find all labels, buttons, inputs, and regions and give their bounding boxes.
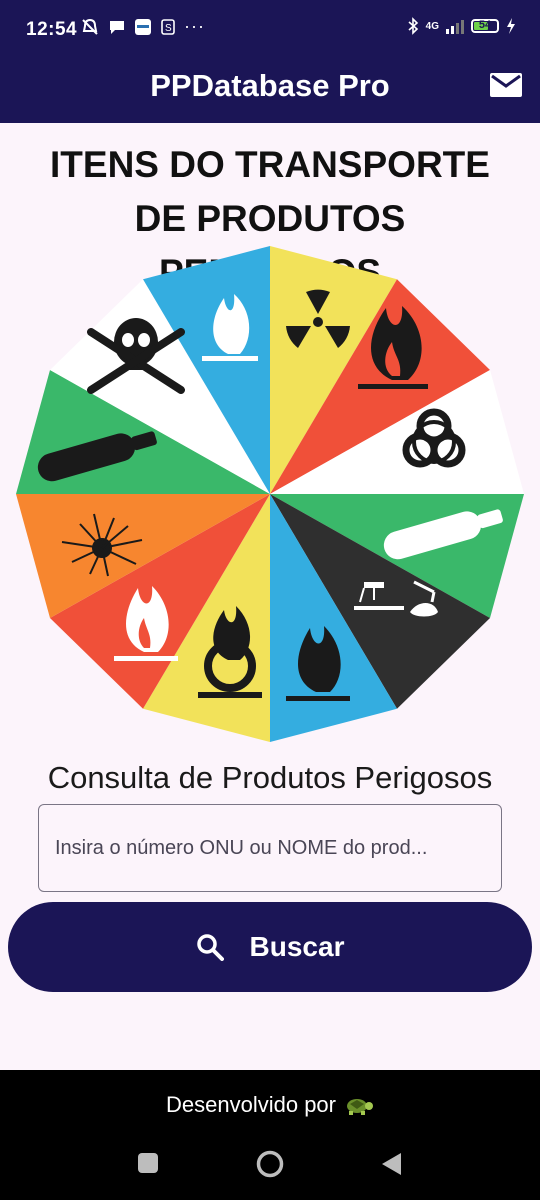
search-button-label: Buscar bbox=[249, 931, 345, 962]
mail-icon bbox=[490, 73, 522, 97]
network-label: 4G bbox=[425, 20, 439, 32]
search-field[interactable] bbox=[38, 804, 502, 892]
wheel-slices bbox=[16, 246, 524, 742]
status-left-icons: S ··· bbox=[80, 16, 205, 37]
app-title: PPDatabase Pro bbox=[150, 68, 390, 103]
section-subtitle: Consulta de Produtos Perigosos bbox=[47, 760, 493, 795]
signal-icon bbox=[446, 18, 464, 34]
search-button[interactable]: Buscar bbox=[8, 902, 532, 992]
home-button[interactable] bbox=[256, 1150, 284, 1183]
charging-icon bbox=[507, 18, 515, 34]
back-triangle-icon bbox=[382, 1153, 401, 1175]
svg-text:S: S bbox=[165, 23, 172, 34]
app-bar: PPDatabase Pro bbox=[0, 60, 540, 123]
turtle-icon bbox=[346, 1099, 373, 1115]
bluetooth-icon bbox=[408, 17, 418, 35]
s-icon: S bbox=[161, 18, 175, 35]
system-nav-bar bbox=[0, 1150, 540, 1183]
search-input[interactable] bbox=[39, 805, 501, 891]
back-button[interactable] bbox=[381, 1152, 403, 1181]
more-icon: ··· bbox=[184, 16, 205, 36]
app-icon bbox=[135, 18, 151, 35]
recents-square-icon bbox=[138, 1153, 158, 1173]
status-bar: 12:54 S ··· 4G 54 bbox=[0, 0, 540, 60]
recents-button[interactable] bbox=[137, 1152, 159, 1179]
status-time: 12:54 bbox=[26, 19, 78, 40]
home-circle-icon bbox=[256, 1150, 284, 1178]
mute-icon bbox=[82, 18, 98, 35]
footer: Desenvolvido por bbox=[0, 1070, 540, 1200]
status-right-icons: 4G 54 bbox=[407, 17, 516, 35]
search-icon bbox=[196, 934, 224, 961]
battery-icon: 54 bbox=[471, 19, 499, 33]
footer-credit: Desenvolvido por bbox=[0, 1092, 540, 1118]
mail-button[interactable] bbox=[488, 70, 524, 100]
hazard-symbols-image bbox=[16, 246, 524, 742]
battery-level: 54 bbox=[478, 19, 492, 31]
chat-bubble-icon bbox=[110, 20, 124, 34]
footer-text: Desenvolvido por bbox=[166, 1092, 336, 1117]
